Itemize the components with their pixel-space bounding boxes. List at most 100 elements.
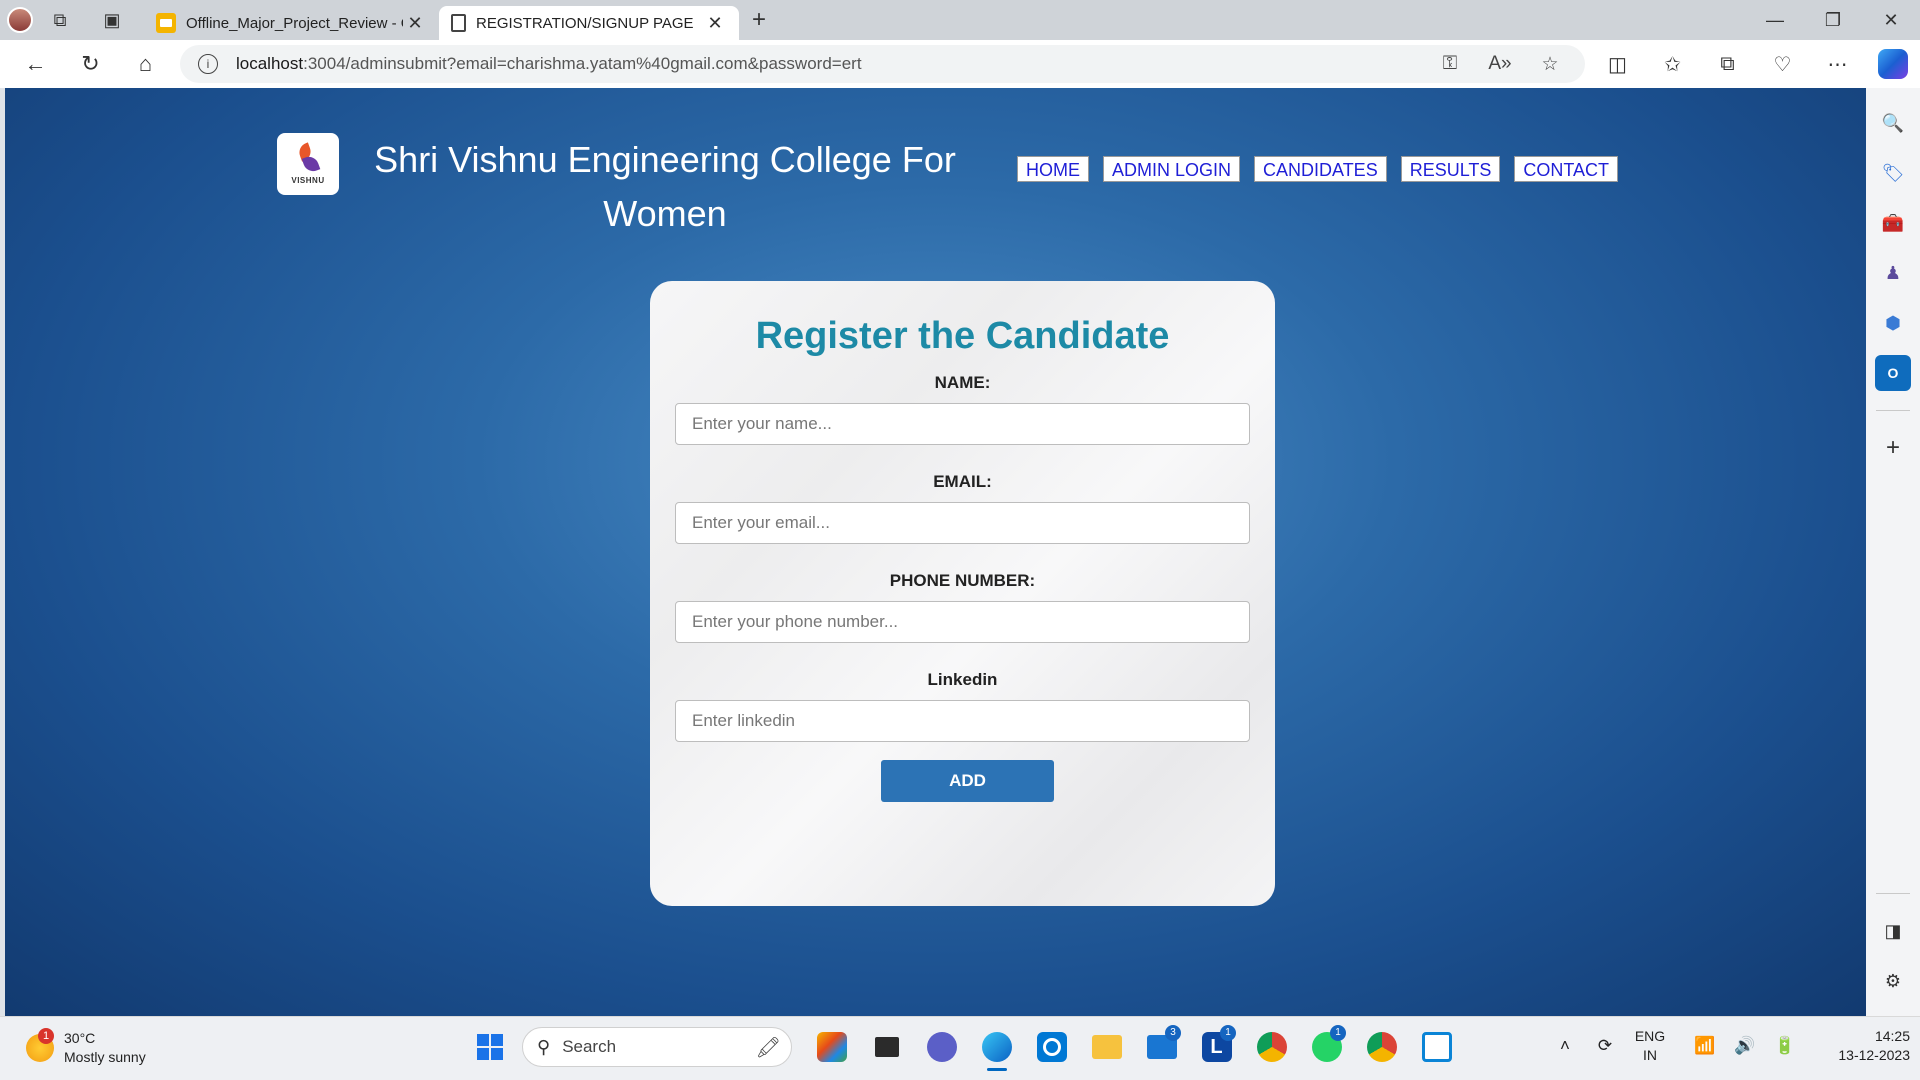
- windows-taskbar: 1 30°C Mostly sunny ⚲ Search 🖍 3 L1 1 ˄ …: [0, 1016, 1920, 1080]
- hide-sidebar-icon[interactable]: ◨: [1875, 913, 1911, 949]
- lang-bottom: IN: [1643, 1047, 1657, 1063]
- taskbar-search[interactable]: ⚲ Search 🖍: [522, 1027, 792, 1067]
- main-nav: HOME ADMIN LOGIN CANDIDATES RESULTS CONT…: [1017, 156, 1619, 182]
- split-screen-icon[interactable]: ◫: [1590, 52, 1645, 77]
- address-bar-actions: ⚿ A» ☆: [1425, 53, 1585, 76]
- restore-button[interactable]: ❐: [1804, 0, 1862, 40]
- chrome-icon[interactable]: [1244, 1025, 1299, 1069]
- date: 13-12-2023: [1838, 1047, 1910, 1063]
- page-icon: [451, 14, 466, 32]
- system-tray: ˄ ⟳ ENG IN 📶 🔊 🔋 14:25 13-12-2023 🔔: [1545, 1027, 1920, 1065]
- start-button[interactable]: [470, 1027, 510, 1067]
- battery-icon[interactable]: 🔋: [1765, 1036, 1805, 1056]
- window-controls: — ❐ ✕: [1746, 0, 1920, 40]
- page-viewport: VISHNU Shri Vishnu Engineering College F…: [5, 88, 1866, 1016]
- l-app-badge: 1: [1220, 1025, 1236, 1041]
- name-input[interactable]: [675, 403, 1250, 445]
- mail-icon[interactable]: 3: [1134, 1025, 1189, 1069]
- file-explorer-icon[interactable]: [1079, 1025, 1134, 1069]
- games-icon[interactable]: ♟: [1875, 255, 1911, 291]
- linkedin-label: Linkedin: [927, 670, 998, 689]
- close-icon[interactable]: ✕: [403, 13, 427, 34]
- close-icon[interactable]: ✕: [703, 13, 727, 34]
- phone-label: PHONE NUMBER:: [889, 571, 1036, 590]
- search-icon[interactable]: 🔍: [1875, 105, 1911, 141]
- url-host: localhost: [236, 54, 304, 73]
- search-highlight-icon: 🖍: [755, 1036, 781, 1059]
- weather-condition: Mostly sunny: [64, 1049, 146, 1065]
- edge-icon[interactable]: [969, 1025, 1024, 1071]
- browser-essentials-icon[interactable]: ♡: [1755, 52, 1810, 77]
- outlook-icon[interactable]: O: [1875, 355, 1911, 391]
- lang-top: ENG: [1634, 1028, 1666, 1044]
- nav-home[interactable]: HOME: [1017, 156, 1089, 182]
- close-window-button[interactable]: ✕: [1862, 0, 1920, 40]
- tab-actions-icon[interactable]: ▣: [92, 0, 132, 40]
- nav-candidates[interactable]: CANDIDATES: [1254, 156, 1387, 182]
- cortana-icon[interactable]: [1024, 1025, 1079, 1069]
- mail-badge: 3: [1165, 1025, 1181, 1041]
- wifi-icon[interactable]: 📶: [1685, 1036, 1725, 1056]
- favorite-star-icon[interactable]: ☆: [1525, 53, 1575, 76]
- home-button[interactable]: ⌂: [118, 40, 173, 88]
- profile-button[interactable]: [0, 0, 40, 40]
- teams-chat-icon[interactable]: [914, 1025, 969, 1069]
- registration-card: Register the Candidate NAME: EMAIL: PHON…: [650, 281, 1275, 906]
- back-button[interactable]: ←: [8, 40, 63, 88]
- url-path: :3004/adminsubmit?email=charishma.yatam%…: [303, 54, 862, 73]
- microsoft365-icon[interactable]: ⬢: [1875, 305, 1911, 341]
- volume-icon[interactable]: 🔊: [1725, 1036, 1765, 1056]
- nav-admin-login[interactable]: ADMIN LOGIN: [1103, 156, 1241, 182]
- add-icon[interactable]: +: [1875, 430, 1911, 466]
- vscode-icon[interactable]: [1409, 1025, 1464, 1069]
- whatsapp-icon[interactable]: 1: [1299, 1025, 1354, 1069]
- settings-gear-icon[interactable]: ⚙: [1875, 963, 1911, 999]
- l-app-icon[interactable]: L1: [1189, 1025, 1244, 1069]
- email-input[interactable]: [675, 502, 1250, 544]
- tab-project-review[interactable]: Offline_Major_Project_Review - G ✕: [144, 6, 439, 40]
- add-button[interactable]: ADD: [881, 760, 1054, 802]
- password-key-icon[interactable]: ⚿: [1425, 53, 1475, 76]
- shopping-tag-icon[interactable]: 🏷: [1875, 155, 1911, 191]
- site-title: Shri Vishnu Engineering College For Wome…: [374, 139, 956, 234]
- clock[interactable]: 14:25 13-12-2023: [1825, 1027, 1910, 1065]
- chrome-profile-icon[interactable]: [1354, 1025, 1409, 1069]
- workspaces-icon[interactable]: ⧉: [40, 0, 80, 40]
- nav-results[interactable]: RESULTS: [1400, 156, 1501, 182]
- copilot-icon: [1877, 49, 1908, 79]
- vishnu-logo-icon: [295, 144, 321, 174]
- sidebar-bottom: ◨ ⚙: [1875, 881, 1911, 1006]
- weather-widget[interactable]: 1 30°C Mostly sunny: [26, 1028, 146, 1067]
- browser-toolbar: ← ↻ ⌂ i localhost:3004/adminsubmit?email…: [0, 40, 1920, 88]
- college-logo: VISHNU: [277, 133, 339, 195]
- taskbar-apps: ⚲ Search 🖍 3 L1 1: [470, 1025, 1464, 1071]
- language-indicator[interactable]: ENG IN: [1625, 1027, 1675, 1065]
- nav-contact[interactable]: CONTACT: [1514, 156, 1619, 182]
- minimize-button[interactable]: —: [1746, 0, 1804, 40]
- tools-icon[interactable]: 🧰: [1875, 205, 1911, 241]
- favorites-icon[interactable]: ✩: [1645, 52, 1700, 77]
- phone-input[interactable]: [675, 601, 1250, 643]
- search-icon: ⚲: [537, 1036, 551, 1057]
- refresh-button[interactable]: ↻: [63, 40, 118, 88]
- address-bar[interactable]: i localhost:3004/adminsubmit?email=chari…: [180, 45, 1585, 83]
- collections-icon[interactable]: ⧉: [1700, 53, 1755, 76]
- sync-icon[interactable]: ⟳: [1585, 1036, 1625, 1056]
- weather-badge: 1: [38, 1028, 54, 1044]
- copilot-preview-icon[interactable]: [804, 1025, 859, 1069]
- linkedin-input[interactable]: [675, 700, 1250, 742]
- read-aloud-icon[interactable]: A»: [1475, 53, 1525, 76]
- copilot-button[interactable]: [1865, 49, 1920, 79]
- more-options-icon[interactable]: ⋯: [1810, 52, 1865, 77]
- site-info-icon[interactable]: i: [198, 54, 218, 74]
- slides-icon: [156, 13, 176, 33]
- tab-registration[interactable]: REGISTRATION/SIGNUP PAGE ✕: [439, 6, 739, 40]
- new-tab-button[interactable]: +: [739, 6, 779, 34]
- name-label: NAME:: [934, 373, 991, 392]
- task-view-icon[interactable]: [859, 1025, 914, 1069]
- chevron-up-icon[interactable]: ˄: [1545, 1036, 1585, 1056]
- toolbar-right: ◫ ✩ ⧉ ♡ ⋯: [1590, 40, 1920, 88]
- search-label: Search: [562, 1037, 617, 1056]
- browser-tab-strip: ⧉ ▣ Offline_Major_Project_Review - G ✕ R…: [0, 0, 1920, 40]
- sun-icon: 1: [26, 1028, 54, 1062]
